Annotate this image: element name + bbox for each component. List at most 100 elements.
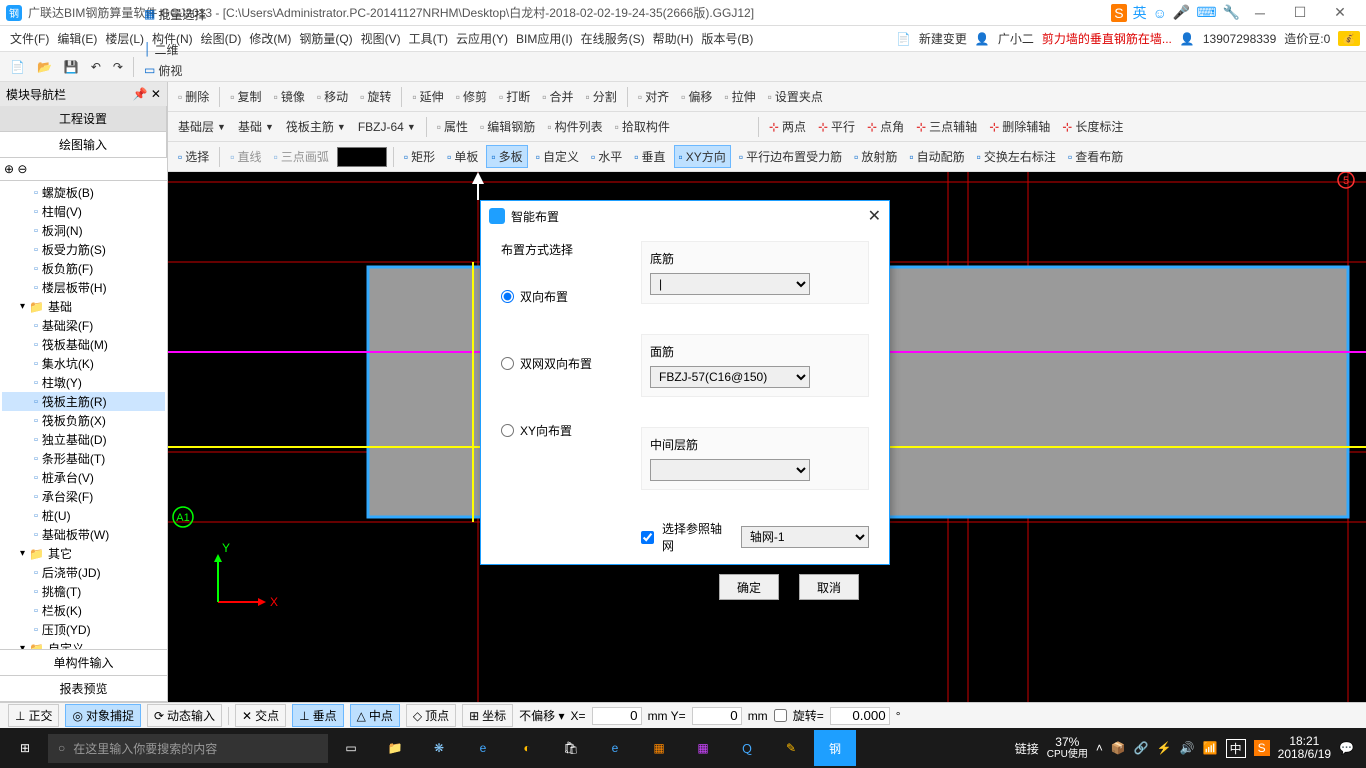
tray-volume-icon[interactable]: 🔊 bbox=[1180, 741, 1195, 755]
maximize-button[interactable]: ☐ bbox=[1280, 4, 1320, 21]
menu-工具(T)[interactable]: 工具(T) bbox=[405, 30, 452, 48]
tree-压顶(YD)[interactable]: ▫ 压顶(YD) bbox=[2, 620, 165, 639]
mic-icon[interactable]: 🎤 bbox=[1173, 4, 1190, 21]
redo-icon[interactable]: ↷ bbox=[109, 58, 127, 76]
tb2-分割[interactable]: ▫ 分割 bbox=[582, 86, 621, 107]
snap-cross[interactable]: ✕ 交点 bbox=[235, 704, 286, 727]
pin-icon[interactable]: 📌 ✕ bbox=[133, 87, 161, 101]
bottom-rebar-select[interactable]: | bbox=[650, 273, 810, 295]
menu-帮助(H)[interactable]: 帮助(H) bbox=[649, 30, 698, 48]
qq-icon[interactable]: Ｑ bbox=[726, 730, 768, 766]
draw-radial[interactable]: ▫ 放射筋 bbox=[850, 146, 901, 167]
tree-基础板带(W)[interactable]: ▫ 基础板带(W) bbox=[2, 525, 165, 544]
tray-network-icon[interactable]: 📶 bbox=[1203, 741, 1218, 755]
sel-name[interactable]: FBZJ-64 ▼ bbox=[354, 118, 420, 136]
edge-icon[interactable]: e bbox=[462, 730, 504, 766]
ref-axis-select[interactable]: 轴网-1 bbox=[741, 526, 869, 548]
tray-icon-2[interactable]: 🔗 bbox=[1134, 741, 1149, 755]
snap-vertex[interactable]: ◇ 顶点 bbox=[406, 704, 456, 727]
radio-double-net[interactable]: 双网双向布置 bbox=[501, 355, 621, 372]
tb2-删除[interactable]: ▫ 删除 bbox=[174, 86, 213, 107]
draw-edge[interactable]: ▫ 平行边布置受力筋 bbox=[735, 146, 846, 167]
menu-钢筋量(Q)[interactable]: 钢筋量(Q) bbox=[295, 30, 356, 48]
save-icon[interactable]: 💾 bbox=[60, 58, 83, 76]
radio-xy[interactable]: XY向布置 bbox=[501, 422, 621, 439]
store-icon[interactable]: 🛍 bbox=[550, 730, 592, 766]
draw-vert[interactable]: ▫ 垂直 bbox=[630, 146, 669, 167]
tb2-设置夹点[interactable]: ▫ 设置夹点 bbox=[764, 86, 827, 107]
tree-柱帽(V)[interactable]: ▫ 柱帽(V) bbox=[2, 202, 165, 221]
app-active-icon[interactable]: 钢 bbox=[814, 730, 856, 766]
btn-angle[interactable]: ⊹ 点角 bbox=[863, 116, 908, 137]
app-5-icon[interactable]: ✎ bbox=[770, 730, 812, 766]
windows-taskbar[interactable]: ⊞ ○ 在这里输入你要搜索的内容 ▭ 📁 ❋ e ◐ 🛍 e ▦ ▦ Ｑ ✎ 钢… bbox=[0, 728, 1366, 768]
tree-挑檐(T)[interactable]: ▫ 挑檐(T) bbox=[2, 582, 165, 601]
tray-icon-1[interactable]: 📦 bbox=[1111, 741, 1126, 755]
ie-icon[interactable]: e bbox=[594, 730, 636, 766]
draw-rect[interactable]: ▫ 矩形 bbox=[400, 146, 439, 167]
tree-桩承台(V)[interactable]: ▫ 桩承台(V) bbox=[2, 468, 165, 487]
tab-report-preview[interactable]: 报表预览 bbox=[0, 676, 167, 702]
link-label[interactable]: 链接 bbox=[1015, 740, 1039, 757]
component-tree[interactable]: ▫ 螺旋板(B)▫ 柱帽(V)▫ 板洞(N)▫ 板受力筋(S)▫ 板负筋(F)▫… bbox=[0, 181, 167, 649]
tray-icon-3[interactable]: ⚡ bbox=[1157, 741, 1172, 755]
menu-文件(F)[interactable]: 文件(F) bbox=[6, 30, 53, 48]
notification-icon[interactable]: 💬 bbox=[1339, 741, 1354, 755]
btn-pick[interactable]: ▫ 拾取构件 bbox=[611, 116, 674, 137]
draw-single[interactable]: ▫ 单板 bbox=[443, 146, 482, 167]
tb2-修剪[interactable]: ▫ 修剪 bbox=[452, 86, 491, 107]
tray-up-icon[interactable]: ˄ bbox=[1096, 741, 1103, 755]
tree-其它[interactable]: ▾ 📁 其它 bbox=[2, 544, 165, 563]
ref-axis-check[interactable] bbox=[641, 531, 654, 544]
draw-multi[interactable]: ▫ 多板 bbox=[486, 145, 527, 168]
app-2-icon[interactable]: ◐ bbox=[506, 730, 548, 766]
draw-view[interactable]: ▫ 查看布筋 bbox=[1064, 146, 1127, 167]
tree-筏板负筋(X)[interactable]: ▫ 筏板负筋(X) bbox=[2, 411, 165, 430]
tree-自定义[interactable]: ▾ 📁 自定义 bbox=[2, 639, 165, 649]
tray-sogou[interactable]: S bbox=[1254, 740, 1270, 756]
tb-二维[interactable]: │ 二维 bbox=[140, 39, 226, 60]
sel-comp[interactable]: 筏板主筋 ▼ bbox=[282, 116, 350, 137]
cpu-meter[interactable]: 37%CPU使用 bbox=[1047, 736, 1088, 760]
draw-xy[interactable]: ▫ XY方向 bbox=[674, 145, 731, 168]
top-rebar-select[interactable]: FBZJ-57(C16@150) bbox=[650, 366, 810, 388]
account[interactable]: 13907298339 bbox=[1203, 32, 1276, 46]
tree-独立基础(D)[interactable]: ▫ 独立基础(D) bbox=[2, 430, 165, 449]
draw-auto[interactable]: ▫ 自动配筋 bbox=[905, 146, 968, 167]
tb2-旋转[interactable]: ▫ 旋转 bbox=[356, 86, 395, 107]
sel-layer2[interactable]: 基础 ▼ bbox=[234, 116, 278, 137]
new-file-icon[interactable]: 📄 bbox=[6, 58, 29, 76]
menu-在线服务(S)[interactable]: 在线服务(S) bbox=[577, 30, 649, 48]
undo-icon[interactable]: ↶ bbox=[87, 58, 105, 76]
tree-螺旋板(B)[interactable]: ▫ 螺旋板(B) bbox=[2, 183, 165, 202]
search-box[interactable]: ○ 在这里输入你要搜索的内容 bbox=[48, 734, 328, 763]
coin-icon[interactable]: 💰 bbox=[1338, 31, 1360, 46]
radio-bidir[interactable]: 双向布置 bbox=[501, 288, 621, 305]
menu-BIM应用(I)[interactable]: BIM应用(I) bbox=[512, 30, 577, 48]
draw-horiz[interactable]: ▫ 水平 bbox=[587, 146, 626, 167]
tb2-移动[interactable]: ▫ 移动 bbox=[313, 86, 352, 107]
tree-栏板(K)[interactable]: ▫ 栏板(K) bbox=[2, 601, 165, 620]
tree-后浇带(JD)[interactable]: ▫ 后浇带(JD) bbox=[2, 563, 165, 582]
taskview-icon[interactable]: ▭ bbox=[330, 730, 372, 766]
dialog-close-button[interactable]: ✕ bbox=[868, 206, 881, 226]
tree-基础梁(F)[interactable]: ▫ 基础梁(F) bbox=[2, 316, 165, 335]
rotate-check[interactable] bbox=[774, 709, 787, 722]
ime-indicator[interactable]: S 英 ☺ 🎤 ⌨ 🔧 bbox=[1111, 3, 1240, 23]
tree-板受力筋(S)[interactable]: ▫ 板受力筋(S) bbox=[2, 240, 165, 259]
collapse-icon[interactable]: ⊖ bbox=[17, 162, 27, 176]
tree-桩(U)[interactable]: ▫ 桩(U) bbox=[2, 506, 165, 525]
minimize-button[interactable]: ─ bbox=[1240, 5, 1280, 21]
ok-button[interactable]: 确定 bbox=[719, 574, 779, 600]
tb-批量选择[interactable]: ▦ 批量选择 bbox=[140, 4, 226, 25]
keyboard-icon[interactable]: ⌨ bbox=[1196, 4, 1216, 21]
expand-icon[interactable]: ⊕ bbox=[4, 162, 14, 176]
menu-云应用(Y)[interactable]: 云应用(Y) bbox=[452, 30, 512, 48]
tree-条形基础(T)[interactable]: ▫ 条形基础(T) bbox=[2, 449, 165, 468]
close-button[interactable]: ✕ bbox=[1320, 4, 1360, 21]
offset-mode[interactable]: 不偏移 ▾ bbox=[519, 707, 564, 724]
tree-板洞(N)[interactable]: ▫ 板洞(N) bbox=[2, 221, 165, 240]
osnap-toggle[interactable]: ◎对象捕捉 bbox=[65, 704, 141, 727]
tree-承台梁(F)[interactable]: ▫ 承台梁(F) bbox=[2, 487, 165, 506]
rot-input[interactable] bbox=[830, 707, 890, 725]
